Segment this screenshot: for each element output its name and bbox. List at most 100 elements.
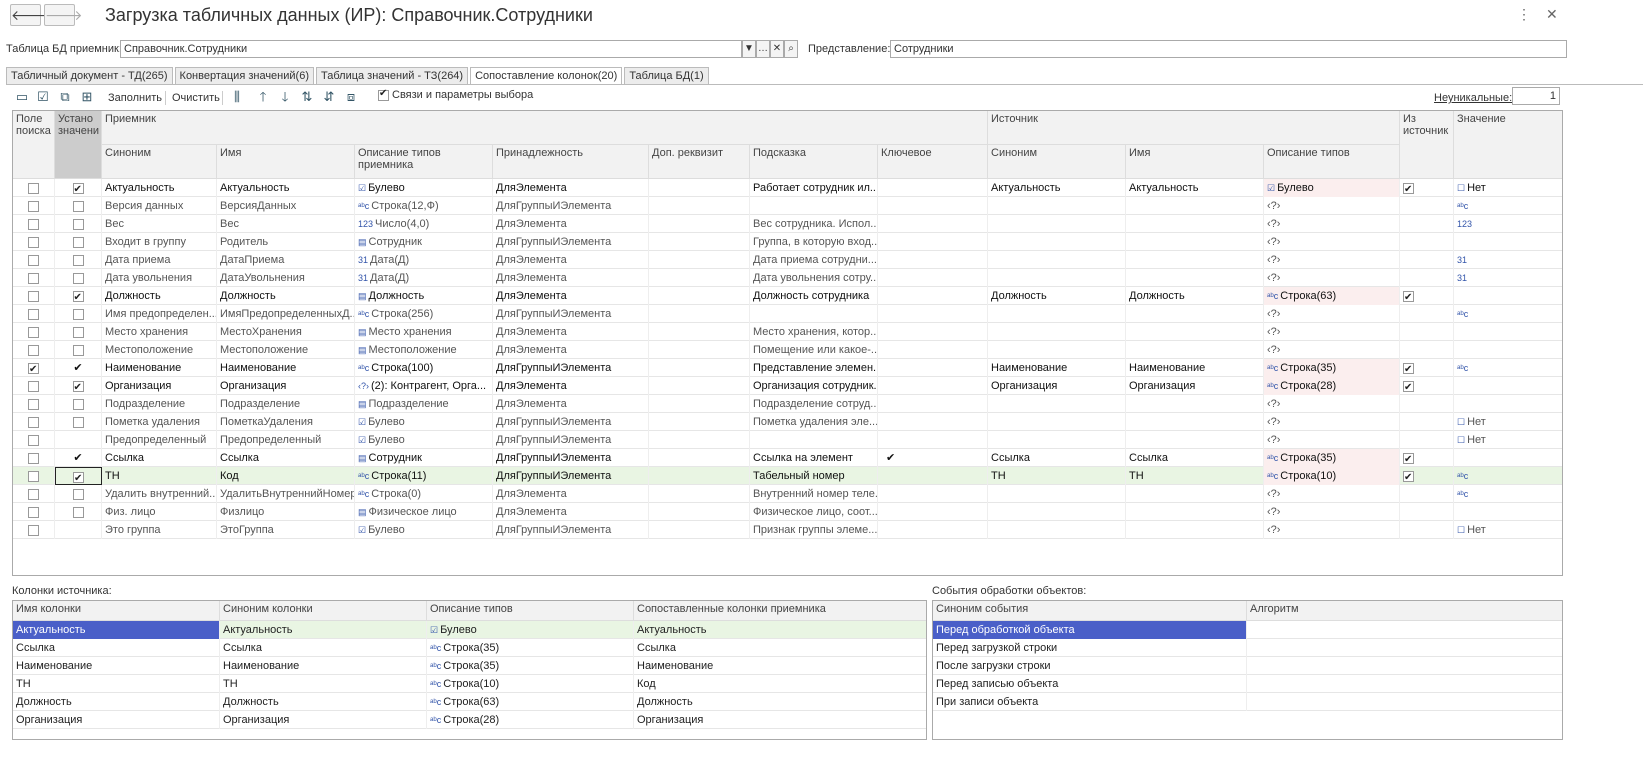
types-cell[interactable]: ▤ Сотрудник <box>355 449 493 467</box>
column-synonym-cell[interactable]: Организация <box>220 711 427 729</box>
synonym-cell[interactable]: Подразделение <box>102 395 217 413</box>
extra-cell[interactable] <box>649 431 750 449</box>
types-cell[interactable]: ▤ Физическое лицо <box>355 503 493 521</box>
search-checkbox-cell[interactable] <box>13 305 55 323</box>
column-name-cell[interactable]: Должность <box>13 693 220 711</box>
extra-cell[interactable] <box>649 323 750 341</box>
owner-cell[interactable]: ДляЭлемента <box>493 287 649 305</box>
synonym-cell[interactable]: Вес <box>102 215 217 233</box>
src-synonym-cell[interactable] <box>988 341 1126 359</box>
search-checkbox-cell[interactable] <box>13 485 55 503</box>
src-name-cell[interactable]: Ссылка <box>1126 449 1264 467</box>
event-name-cell[interactable]: После загрузки строки <box>933 657 1247 675</box>
table-row[interactable]: Вес Вес 123 Число(4,0) ДляЭлемента Вес сотруд… <box>13 215 1562 233</box>
hint-cell[interactable]: Помещение или какое-... <box>750 341 878 359</box>
src-synonym-cell[interactable]: ТН <box>988 467 1126 485</box>
key-cell[interactable] <box>878 431 988 449</box>
owner-cell[interactable]: ДляГруппыИЭлемента <box>493 521 649 539</box>
tab-value-table[interactable]: Таблица значений - ТЗ(264) <box>316 67 469 84</box>
column-synonym-cell[interactable]: Должность <box>220 693 427 711</box>
synonym-cell[interactable]: Актуальность <box>102 179 217 197</box>
key-cell[interactable] <box>878 305 988 323</box>
value-cell[interactable]: ᵃᵇc <box>1454 305 1562 323</box>
owner-cell[interactable]: ДляЭлемента <box>493 323 649 341</box>
table-row[interactable]: Физ. лицо Физлицо ▤ Физическое лицо ДляЭлеме… <box>13 503 1562 521</box>
owner-cell[interactable]: ДляЭлемента <box>493 485 649 503</box>
extra-cell[interactable] <box>649 449 750 467</box>
list-item[interactable]: Перед загрузкой строки <box>933 639 1562 657</box>
value-cell[interactable]: 123 <box>1454 215 1562 233</box>
hint-cell[interactable]: Подразделение сотруд... <box>750 395 878 413</box>
hint-cell[interactable]: Вес сотрудника. Испол... <box>750 215 878 233</box>
key-cell[interactable] <box>878 377 988 395</box>
name-cell[interactable]: Вес <box>217 215 355 233</box>
synonym-cell[interactable]: Организация <box>102 377 217 395</box>
search-checkbox-cell[interactable] <box>13 377 55 395</box>
set-value-cell[interactable] <box>55 323 102 341</box>
src-name-cell[interactable] <box>1126 521 1264 539</box>
src-types-cell[interactable]: ‹?› <box>1264 341 1400 359</box>
search-checkbox-cell[interactable] <box>13 431 55 449</box>
open-button[interactable]: ⌕ <box>784 40 798 58</box>
extra-cell[interactable] <box>649 233 750 251</box>
from-source-cell[interactable] <box>1400 485 1454 503</box>
src-name-cell[interactable] <box>1126 485 1264 503</box>
owner-cell[interactable]: ДляГруппыИЭлемента <box>493 305 649 323</box>
table-settings-icon[interactable]: ⊞ <box>79 89 95 105</box>
src-types-cell[interactable]: ᵃᵇc Строка(10) <box>1264 467 1400 485</box>
value-cell[interactable]: 31 <box>1454 269 1562 287</box>
key-cell[interactable] <box>878 251 988 269</box>
extra-cell[interactable] <box>649 197 750 215</box>
src-types-cell[interactable]: ᵃᵇc Строка(63) <box>1264 287 1400 305</box>
list-item[interactable]: Наименование Наименование ᵃᵇc Строка(35) Наи… <box>13 657 926 675</box>
table-row[interactable]: Имя предопределен... ИмяПредопределенныхД… <box>13 305 1562 323</box>
extra-cell[interactable] <box>649 413 750 431</box>
from-source-cell[interactable] <box>1400 179 1454 197</box>
clear-button[interactable]: Очистить <box>172 92 220 104</box>
value-cell[interactable]: ᵃᵇc <box>1454 197 1562 215</box>
extra-cell[interactable] <box>649 521 750 539</box>
src-name-cell[interactable] <box>1126 305 1264 323</box>
owner-cell[interactable]: ДляЭлемента <box>493 341 649 359</box>
set-value-cell[interactable] <box>55 179 102 197</box>
from-source-cell[interactable] <box>1400 197 1454 215</box>
src-synonym-cell[interactable] <box>988 503 1126 521</box>
value-cell[interactable]: ☐ Нет <box>1454 413 1562 431</box>
key-cell[interactable] <box>878 341 988 359</box>
src-name-cell[interactable] <box>1126 323 1264 341</box>
value-cell[interactable]: 31 <box>1454 251 1562 269</box>
synonym-cell[interactable]: Физ. лицо <box>102 503 217 521</box>
table-row[interactable]: Местоположение Местоположение ▤ Местоположе… <box>13 341 1562 359</box>
synonym-cell[interactable]: Местоположение <box>102 341 217 359</box>
types-cell[interactable]: 31 Дата(Д) <box>355 269 493 287</box>
types-cell[interactable]: ☑ Булево <box>355 413 493 431</box>
src-synonym-cell[interactable] <box>988 323 1126 341</box>
types-cell[interactable]: ▤ Местоположение <box>355 341 493 359</box>
value-cell[interactable]: ᵃᵇc <box>1454 485 1562 503</box>
extra-cell[interactable] <box>649 341 750 359</box>
owner-cell[interactable]: ДляЭлемента <box>493 179 649 197</box>
column-name-cell[interactable]: ТН <box>13 675 220 693</box>
hint-cell[interactable]: Ссылка на элемент <box>750 449 878 467</box>
key-cell[interactable] <box>878 269 988 287</box>
table-row[interactable]: Место хранения МестоХранения ▤ Место хранен… <box>13 323 1562 341</box>
src-name-cell[interactable] <box>1126 251 1264 269</box>
from-source-cell[interactable] <box>1400 251 1454 269</box>
src-types-cell[interactable]: ‹?› <box>1264 413 1400 431</box>
synonym-cell[interactable]: Это группа <box>102 521 217 539</box>
hint-cell[interactable]: Пометка удаления эле... <box>750 413 878 431</box>
value-cell[interactable]: ᵃᵇc <box>1454 359 1562 377</box>
column-types-cell[interactable]: ᵃᵇc Строка(63) <box>427 693 634 711</box>
event-name-cell[interactable]: При записи объекта <box>933 693 1247 711</box>
search-checkbox-cell[interactable] <box>13 359 55 377</box>
search-checkbox-cell[interactable] <box>13 521 55 539</box>
src-types-cell[interactable]: ‹?› <box>1264 305 1400 323</box>
synonym-cell[interactable]: ТН <box>102 467 217 485</box>
src-name-cell[interactable] <box>1126 215 1264 233</box>
hint-cell[interactable]: Дата увольнения сотру... <box>750 269 878 287</box>
hint-cell[interactable]: Место хранения, котор... <box>750 323 878 341</box>
key-cell[interactable] <box>878 521 988 539</box>
types-cell[interactable]: ▤ Место хранения <box>355 323 493 341</box>
dropdown-button[interactable]: ▼ <box>742 40 756 58</box>
search-checkbox-cell[interactable] <box>13 413 55 431</box>
